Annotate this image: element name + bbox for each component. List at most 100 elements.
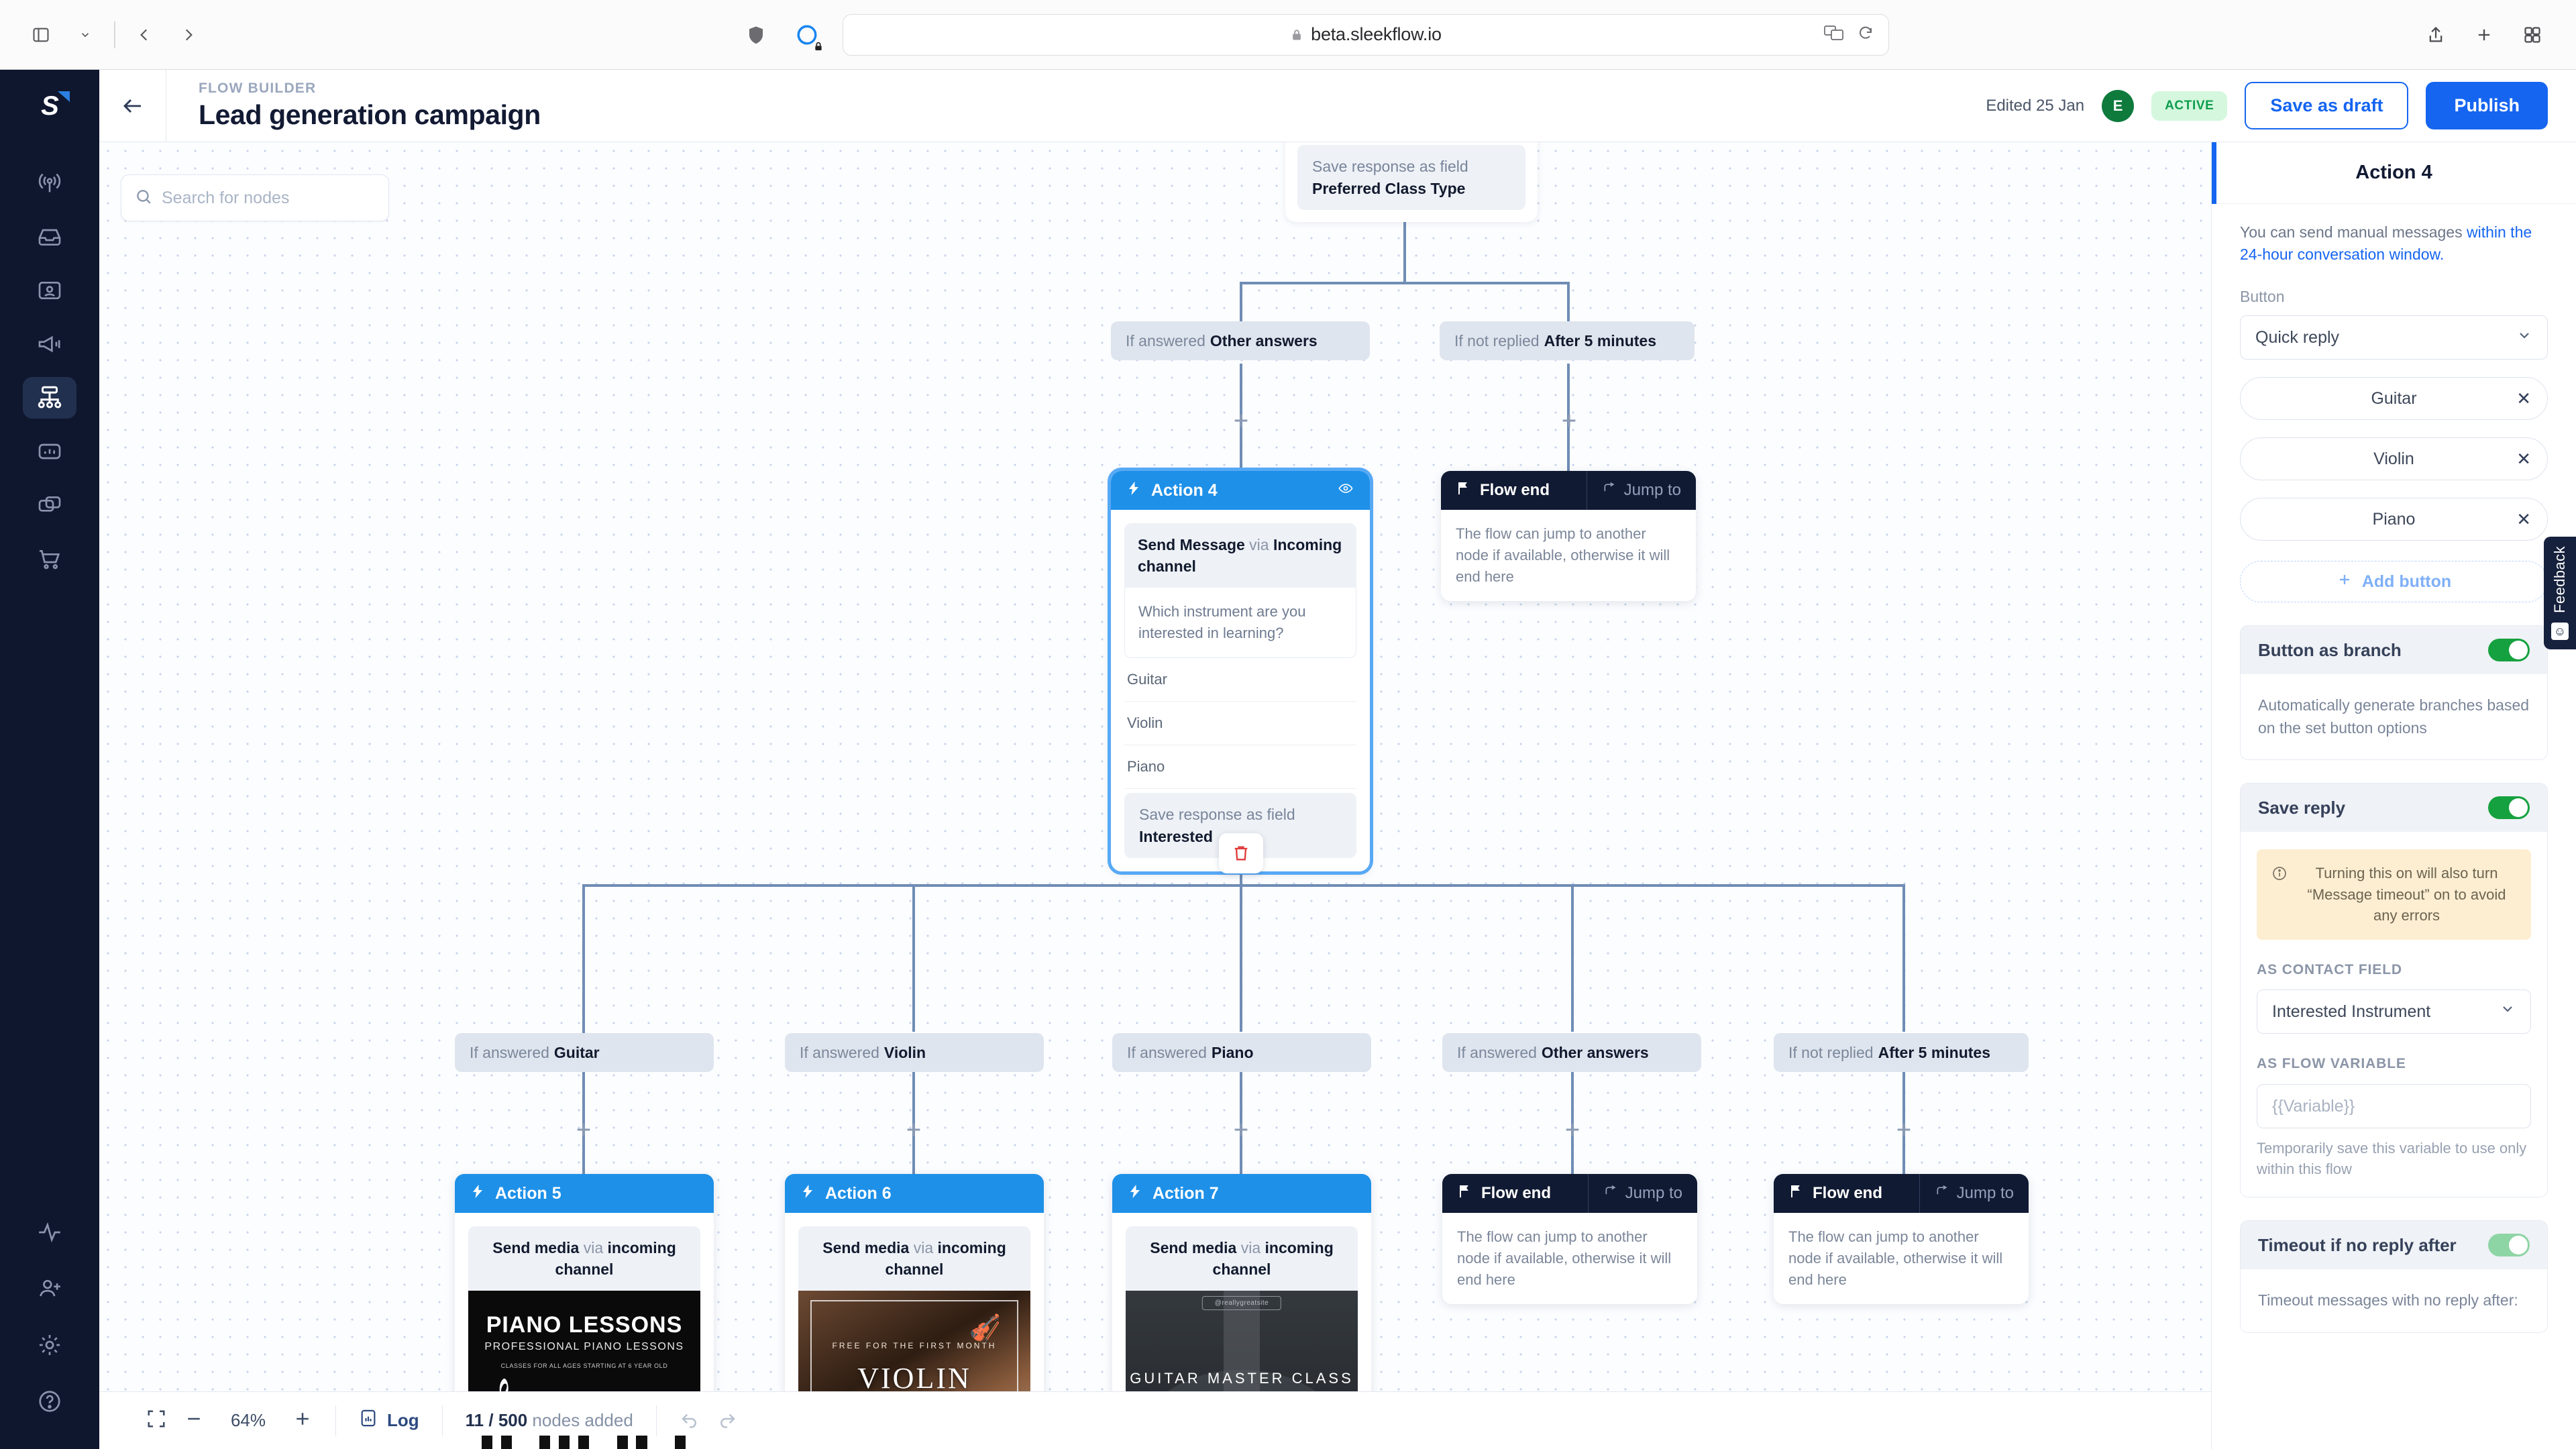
sidebar-item-contacts[interactable] [23,270,76,311]
search-field[interactable] [162,188,375,208]
branch-chip[interactable]: If answered Other answers [1111,321,1370,360]
sidebar-item-flow-builder[interactable] [23,377,76,419]
back-button[interactable] [99,70,166,142]
jump-arrow-icon [1935,1184,1949,1203]
sidebar-item-integrations[interactable] [23,484,76,526]
add-button-button[interactable]: Add button [2240,561,2548,603]
share-icon[interactable] [2415,14,2457,56]
branch-chip[interactable]: If answered Violin [785,1033,1044,1072]
sidebar-item-commerce[interactable] [23,538,76,580]
shield-icon[interactable] [735,14,777,56]
publish-button[interactable]: Publish [2426,82,2548,129]
save-response-node[interactable]: Save response as field Preferred Class T… [1285,142,1538,223]
flow-canvas[interactable]: Save response as field Preferred Class T… [99,142,2211,1449]
fit-to-screen-icon[interactable] [146,1409,166,1432]
jump-to-button[interactable]: Jump to [1919,1174,2029,1213]
close-icon[interactable]: ✕ [2516,509,2531,530]
flow-end-node[interactable]: Flow end Jump to The flow can jump to an… [1441,471,1696,601]
show-all-tabs-icon[interactable] [2512,14,2553,56]
branch-chip[interactable]: If not replied After 5 minutes [1774,1033,2029,1072]
sidebar-item-analytics[interactable] [23,431,76,472]
sidebar-item-inbox[interactable] [23,216,76,258]
close-icon[interactable]: ✕ [2516,388,2531,409]
flow-end-node[interactable]: Flow end Jump to The flow can jump to an… [1774,1174,2029,1304]
branch-chip[interactable]: If answered Guitar [455,1033,714,1072]
sidebar-item-campaigns[interactable] [23,323,76,365]
option-row: Piano [1124,745,1356,790]
redo-icon[interactable] [717,1409,737,1432]
add-node-button[interactable] [902,1118,925,1141]
privacy-report-icon[interactable] [786,14,828,56]
sidebar-item-broadcast[interactable] [23,162,76,204]
button-as-branch-title: Button as branch [2258,639,2402,660]
left-nav-rail: S [0,70,99,1449]
reload-icon[interactable] [1858,25,1874,44]
close-icon[interactable]: ✕ [2516,449,2531,470]
nodes-count: 11 / 500 nodes added [466,1410,633,1431]
new-tab-icon[interactable] [2463,14,2505,56]
flow-variable-input[interactable]: {{Variable}} [2257,1083,2531,1128]
search-input[interactable] [121,174,389,221]
zoom-level: 64% [230,1410,266,1430]
art-subhead: FREE FOR THE FIRST MONTH [832,1341,997,1351]
button-type-select[interactable]: Quick reply [2240,315,2548,360]
eye-icon[interactable] [1336,481,1355,500]
add-node-button[interactable] [1892,1118,1915,1141]
forward-arrow-icon[interactable] [168,14,209,56]
branch-prefix: If not replied [1454,331,1540,350]
save-reply-toggle[interactable] [2488,796,2530,819]
jump-arrow-icon [1602,481,1617,500]
jump-to-button[interactable]: Jump to [1587,1174,1697,1213]
panel-note-text: You can send manual messages [2240,223,2467,241]
back-arrow-icon[interactable] [123,14,165,56]
avatar[interactable]: E [2102,89,2135,122]
flow-end-node[interactable]: Flow end Jump to The flow can jump to an… [1442,1174,1697,1304]
add-node-button[interactable] [1558,409,1580,432]
log-button[interactable]: Log [359,1408,419,1433]
branch-prefix: If answered [1127,1043,1207,1061]
add-node-button[interactable] [1230,1118,1252,1141]
address-bar[interactable]: beta.sleekflow.io [843,13,1889,56]
save-reply-warning-text: Turning this on will also turn “Message … [2307,865,2506,924]
quick-reply-button-1[interactable]: Violin ✕ [2240,437,2548,481]
jump-to-button[interactable]: Jump to [1586,471,1696,510]
action-node-title: Action 5 [495,1183,561,1203]
branch-prefix: If answered [1126,331,1205,350]
branch-chip[interactable]: If answered Piano [1112,1033,1371,1072]
sidebar-item-activity[interactable] [23,1212,76,1253]
sidebar-item-settings[interactable] [23,1324,76,1366]
flow-end-body: The flow can jump to another node if ava… [1456,525,1670,585]
add-node-button[interactable] [1230,409,1252,432]
feedback-tab[interactable]: Feedback ☺ [2544,537,2576,649]
app-logo[interactable]: S [0,70,99,142]
add-node-button[interactable] [572,1118,595,1141]
media-title-action: Send media [1150,1239,1237,1256]
sidebar-item-help[interactable] [23,1381,76,1422]
timeout-toggle[interactable] [2488,1234,2530,1257]
quick-reply-label: Violin [2373,449,2414,468]
translate-icon[interactable] [1824,24,1844,45]
action-node-header: Action 4 [1111,471,1370,510]
quick-reply-button-0[interactable]: Guitar ✕ [2240,377,2548,421]
zoom-out-button[interactable] [184,1409,204,1432]
undo-icon[interactable] [680,1409,700,1432]
button-as-branch-toggle[interactable] [2488,639,2530,662]
zoom-in-button[interactable] [292,1409,313,1432]
branch-chip[interactable]: If not replied After 5 minutes [1440,321,1695,360]
log-icon [359,1408,378,1433]
contact-field-select[interactable]: Interested Instrument [2257,989,2531,1034]
contact-field-value: Interested Instrument [2272,1002,2431,1022]
branch-value: Guitar [553,1043,600,1061]
quick-reply-label: Guitar [2371,388,2417,408]
action-node-4[interactable]: Action 4 Send Message via Incoming chann… [1108,467,1373,875]
button-as-branch-description: Automatically generate branches based on… [2258,696,2530,737]
add-node-button[interactable] [1561,1118,1584,1141]
delete-node-button[interactable] [1219,833,1263,873]
sidebar-item-invite[interactable] [23,1268,76,1309]
quick-reply-button-2[interactable]: Piano ✕ [2240,498,2548,541]
save-as-draft-button[interactable]: Save as draft [2245,82,2409,129]
sidebar-toggle-icon[interactable] [20,14,62,56]
flow-end-title: Flow end [1480,481,1550,499]
chevron-down-icon[interactable] [64,14,106,56]
branch-chip[interactable]: If answered Other answers [1442,1033,1701,1072]
